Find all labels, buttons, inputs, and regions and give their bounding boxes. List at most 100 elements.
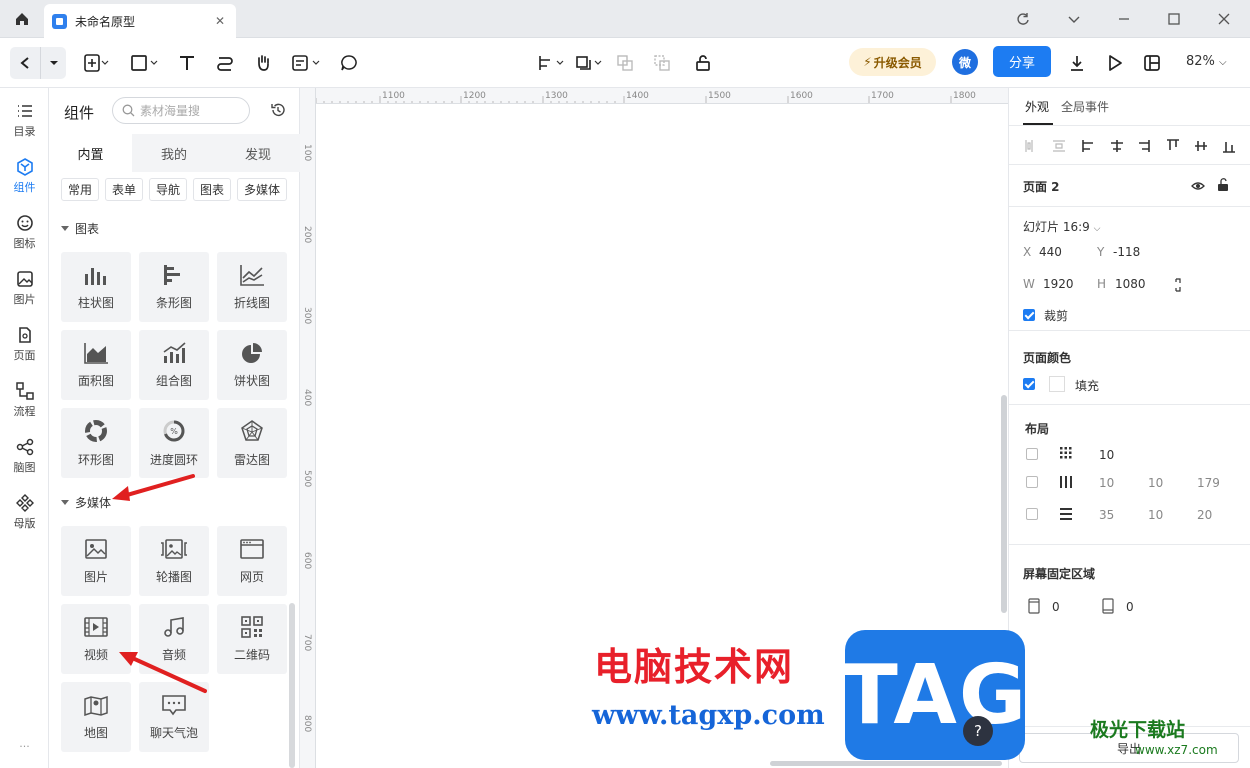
panel-scrollbar[interactable] xyxy=(289,603,295,768)
avatar[interactable]: 微 xyxy=(952,49,978,75)
chat-bubble-icon xyxy=(162,694,186,715)
component-combo-chart[interactable]: 组合图 xyxy=(139,330,209,400)
refresh-button[interactable] xyxy=(998,0,1048,38)
rail-item-icons[interactable]: 图标 xyxy=(0,208,49,256)
rows-height[interactable]: 35 xyxy=(1099,508,1114,522)
component-line-chart[interactable]: 折线图 xyxy=(217,252,287,322)
y-field[interactable]: -118 xyxy=(1113,245,1140,259)
chip-common[interactable]: 常用 xyxy=(61,178,100,201)
rail-item-images[interactable]: 图片 xyxy=(0,264,49,312)
chip-form[interactable]: 表单 xyxy=(105,178,144,201)
fixed-bottom-field[interactable]: 0 xyxy=(1126,600,1134,614)
component-map[interactable]: 地图 xyxy=(61,682,131,752)
dropdown-button[interactable] xyxy=(1049,0,1099,38)
shape-tool-button[interactable] xyxy=(126,48,162,78)
share-button[interactable]: 分享 xyxy=(993,46,1051,77)
chip-navigation[interactable]: 导航 xyxy=(149,178,188,201)
canvas-vertical-scrollbar[interactable] xyxy=(1001,395,1007,613)
close-window-button[interactable] xyxy=(1199,0,1249,38)
component-pie-chart[interactable]: 饼状图 xyxy=(217,330,287,400)
component-bar-chart[interactable]: 柱状图 xyxy=(61,252,131,322)
hand-tool-button[interactable] xyxy=(250,48,276,78)
rail-item-master[interactable]: 母版 xyxy=(0,488,49,536)
close-tab-icon[interactable]: ✕ xyxy=(212,14,228,28)
component-chat-bubble[interactable]: 聊天气泡 xyxy=(139,682,209,752)
component-horizontal-bar-chart[interactable]: 条形图 xyxy=(139,252,209,322)
tab-appearance[interactable]: 外观 xyxy=(1025,98,1049,115)
link-ratio-icon[interactable] xyxy=(1174,278,1182,292)
tab-global-events[interactable]: 全局事件 xyxy=(1061,98,1109,115)
height-field[interactable]: 1080 xyxy=(1115,277,1146,291)
fill-checkbox[interactable] xyxy=(1023,378,1035,390)
history-button[interactable] xyxy=(270,102,286,121)
help-button[interactable]: ? xyxy=(963,716,993,746)
unlock-icon[interactable] xyxy=(1217,178,1229,191)
crop-checkbox[interactable] xyxy=(1023,309,1035,321)
component-area-chart[interactable]: 面积图 xyxy=(61,330,131,400)
chip-multimedia[interactable]: 多媒体 xyxy=(237,178,288,201)
component-radar-chart[interactable]: 雷达图 xyxy=(217,408,287,478)
ruler-ticks xyxy=(315,96,952,103)
home-button[interactable] xyxy=(0,0,44,38)
fixed-top-field[interactable]: 0 xyxy=(1052,600,1060,614)
watermark-text: 电脑技术网 xyxy=(594,644,795,689)
component-video[interactable]: 视频 xyxy=(61,604,131,674)
comment-tool-button[interactable] xyxy=(336,48,362,78)
tab-discover[interactable]: 发现 xyxy=(216,134,300,172)
document-tab[interactable]: 未命名原型 ✕ xyxy=(44,4,236,38)
columns-count[interactable]: 10 xyxy=(1099,476,1114,490)
rows-offset[interactable]: 20 xyxy=(1197,508,1212,522)
preview-button[interactable] xyxy=(1104,48,1126,78)
width-field[interactable]: 1920 xyxy=(1043,277,1074,291)
tab-mine[interactable]: 我的 xyxy=(132,134,216,172)
search-input[interactable]: 素材海量搜 xyxy=(112,97,250,124)
section-chart-header[interactable]: 图表 xyxy=(61,220,99,237)
rail-item-catalog[interactable]: 目录 xyxy=(0,96,49,144)
eye-icon[interactable] xyxy=(1191,180,1205,192)
back-button[interactable] xyxy=(10,47,40,79)
connector-tool-button[interactable] xyxy=(212,48,238,78)
grid-size-field[interactable]: 10 xyxy=(1099,448,1114,462)
align-toolbar-icons[interactable] xyxy=(1023,138,1241,154)
rail-item-pages[interactable]: 页面 xyxy=(0,320,49,368)
lock-button[interactable] xyxy=(692,48,714,78)
group-button[interactable] xyxy=(614,48,636,78)
ungroup-button[interactable] xyxy=(651,48,673,78)
history-dropdown[interactable] xyxy=(40,47,66,79)
component-audio[interactable]: 音频 xyxy=(139,604,209,674)
component-image[interactable]: 图片 xyxy=(61,526,131,596)
preset-select[interactable]: 幻灯片 16:9 ⌵ xyxy=(1023,218,1100,235)
canvas-horizontal-scrollbar[interactable] xyxy=(770,761,1002,766)
download-button[interactable] xyxy=(1066,48,1088,78)
rail-item-flow[interactable]: 流程 xyxy=(0,376,49,424)
new-page-button[interactable] xyxy=(78,48,114,78)
tab-builtin[interactable]: 内置 xyxy=(49,134,132,172)
component-carousel[interactable]: 轮播图 xyxy=(139,526,209,596)
rail-item-mindmap[interactable]: 脑图 xyxy=(0,432,49,480)
component-qrcode[interactable]: 二维码 xyxy=(217,604,287,674)
columns-gutter[interactable]: 10 xyxy=(1148,476,1163,490)
text-tool-button[interactable] xyxy=(174,48,200,78)
rail-item-components[interactable]: 组件 xyxy=(0,152,49,200)
minimize-button[interactable] xyxy=(1099,0,1149,38)
columns-width[interactable]: 179 xyxy=(1197,476,1220,490)
section-multimedia-header[interactable]: 多媒体 xyxy=(61,494,111,511)
chip-chart[interactable]: 图表 xyxy=(193,178,232,201)
note-tool-button[interactable] xyxy=(287,48,325,78)
arrange-dropdown[interactable] xyxy=(574,48,606,78)
rows-gutter[interactable]: 10 xyxy=(1148,508,1163,522)
upgrade-button[interactable]: ⚡ 升级会员 xyxy=(849,48,936,76)
x-field[interactable]: 440 xyxy=(1039,245,1062,259)
align-dropdown[interactable] xyxy=(534,48,570,78)
grid-checkbox[interactable] xyxy=(1026,448,1038,460)
rows-checkbox[interactable] xyxy=(1026,508,1038,520)
columns-checkbox[interactable] xyxy=(1026,476,1038,488)
component-ring-chart[interactable]: 环形图 xyxy=(61,408,131,478)
fill-color-swatch[interactable] xyxy=(1049,376,1065,392)
layout-button[interactable] xyxy=(1141,48,1163,78)
maximize-button[interactable] xyxy=(1149,0,1199,38)
component-progress-ring[interactable]: % 进度圆环 xyxy=(139,408,209,478)
more-button[interactable]: ... xyxy=(0,728,49,758)
zoom-level[interactable]: 82% ⌵ xyxy=(1186,54,1227,69)
component-webpage[interactable]: 网页 xyxy=(217,526,287,596)
